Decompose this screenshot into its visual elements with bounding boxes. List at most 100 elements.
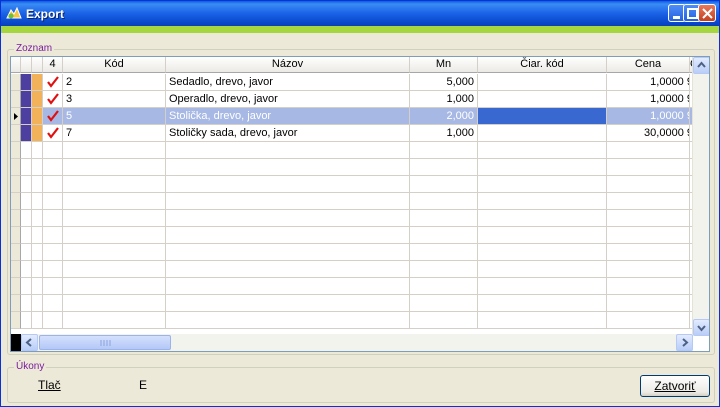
- title-bar[interactable]: Export: [1, 1, 719, 26]
- kod-cell[interactable]: [63, 142, 166, 159]
- cena-cell[interactable]: [607, 261, 690, 278]
- ciar-kod-cell[interactable]: [478, 210, 607, 227]
- cena-cell[interactable]: [607, 227, 690, 244]
- check-cell[interactable]: [43, 278, 63, 295]
- ciar-kod-cell[interactable]: [478, 312, 607, 329]
- ciar-kod-cell[interactable]: [478, 108, 607, 125]
- cena-cell[interactable]: [607, 176, 690, 193]
- table-row[interactable]: [11, 176, 700, 193]
- mn-cell[interactable]: [410, 261, 478, 278]
- row-indicator[interactable]: [11, 159, 21, 176]
- print-action[interactable]: Tlač: [38, 378, 61, 392]
- ciar-kod-cell[interactable]: [478, 74, 607, 91]
- cena-cell[interactable]: 1,0000 9: [607, 74, 690, 91]
- cena-cell[interactable]: [607, 278, 690, 295]
- column-header-nazov[interactable]: Názov: [166, 57, 410, 73]
- mn-cell[interactable]: [410, 142, 478, 159]
- row-indicator[interactable]: [11, 108, 21, 125]
- cena-cell[interactable]: [607, 159, 690, 176]
- table-row[interactable]: [11, 278, 700, 295]
- column-header-mn[interactable]: Mn: [410, 57, 478, 73]
- kod-cell[interactable]: [63, 312, 166, 329]
- column-header-ciar-kod[interactable]: Čiar. kód: [478, 57, 607, 73]
- mn-cell[interactable]: [410, 159, 478, 176]
- row-indicator[interactable]: [11, 176, 21, 193]
- close-window-button[interactable]: [698, 4, 716, 22]
- row-indicator[interactable]: [11, 261, 21, 278]
- column-header-cena[interactable]: Cena: [607, 57, 690, 73]
- check-cell[interactable]: [43, 176, 63, 193]
- table-row[interactable]: 2Sedadlo, drevo, javor5,000 1,0000 9: [11, 74, 700, 91]
- check-cell[interactable]: [43, 125, 63, 142]
- row-indicator[interactable]: [11, 142, 21, 159]
- nazov-cell[interactable]: [166, 244, 410, 261]
- table-row[interactable]: 3Operadlo, drevo, javor1,000 1,0000 9: [11, 91, 700, 108]
- kod-cell[interactable]: [63, 278, 166, 295]
- mn-cell[interactable]: [410, 312, 478, 329]
- table-row[interactable]: [11, 159, 700, 176]
- nazov-cell[interactable]: [166, 142, 410, 159]
- row-indicator[interactable]: [11, 278, 21, 295]
- table-row[interactable]: [11, 244, 700, 261]
- ciar-kod-cell[interactable]: [478, 193, 607, 210]
- table-row[interactable]: [11, 210, 700, 227]
- nazov-cell[interactable]: [166, 227, 410, 244]
- kod-cell[interactable]: 7: [63, 125, 166, 142]
- kod-cell[interactable]: [63, 261, 166, 278]
- check-cell[interactable]: [43, 159, 63, 176]
- kod-cell[interactable]: [63, 176, 166, 193]
- check-cell[interactable]: [43, 142, 63, 159]
- mn-cell[interactable]: [410, 295, 478, 312]
- nazov-cell[interactable]: [166, 295, 410, 312]
- table-row[interactable]: [11, 227, 700, 244]
- row-indicator[interactable]: [11, 193, 21, 210]
- scroll-left-button[interactable]: [21, 334, 38, 351]
- check-cell[interactable]: [43, 261, 63, 278]
- horizontal-scrollbar[interactable]: [21, 334, 693, 351]
- mn-cell[interactable]: [410, 227, 478, 244]
- nazov-cell[interactable]: [166, 278, 410, 295]
- ciar-kod-cell[interactable]: [478, 295, 607, 312]
- cena-cell[interactable]: [607, 312, 690, 329]
- ciar-kod-cell[interactable]: [478, 278, 607, 295]
- table-row[interactable]: [11, 312, 700, 329]
- kod-cell[interactable]: [63, 244, 166, 261]
- mn-cell[interactable]: [410, 278, 478, 295]
- cena-cell[interactable]: [607, 295, 690, 312]
- kod-cell[interactable]: 3: [63, 91, 166, 108]
- nazov-cell[interactable]: [166, 176, 410, 193]
- row-indicator[interactable]: [11, 227, 21, 244]
- kod-cell[interactable]: [63, 227, 166, 244]
- row-indicator[interactable]: [11, 312, 21, 329]
- cena-cell[interactable]: 1,0000 9: [607, 91, 690, 108]
- check-cell[interactable]: [43, 210, 63, 227]
- nazov-cell[interactable]: Stolička, drevo, javor: [166, 108, 410, 125]
- table-row[interactable]: 5Stolička, drevo, javor2,000 1,0000 9: [11, 108, 700, 125]
- table-row[interactable]: [11, 295, 700, 312]
- cena-cell[interactable]: [607, 193, 690, 210]
- cena-cell[interactable]: [607, 142, 690, 159]
- mn-cell[interactable]: [410, 210, 478, 227]
- vertical-scrollbar[interactable]: [692, 57, 709, 336]
- table-row[interactable]: 7 Stoličky sada, drevo, javor 1,000 30,0000…: [11, 125, 700, 142]
- row-indicator[interactable]: [11, 74, 21, 91]
- check-cell[interactable]: [43, 227, 63, 244]
- check-cell[interactable]: [43, 244, 63, 261]
- check-cell[interactable]: [43, 193, 63, 210]
- close-button[interactable]: Zatvoriť: [640, 375, 710, 397]
- scroll-down-button[interactable]: [693, 319, 709, 336]
- cena-cell[interactable]: 1,0000 9: [607, 108, 690, 125]
- kod-cell[interactable]: 5: [63, 108, 166, 125]
- row-indicator[interactable]: [11, 125, 21, 142]
- column-header-kod[interactable]: Kód: [63, 57, 166, 73]
- nazov-cell[interactable]: Operadlo, drevo, javor: [166, 91, 410, 108]
- nazov-cell[interactable]: [166, 261, 410, 278]
- table-row[interactable]: [11, 193, 700, 210]
- nazov-cell[interactable]: [166, 210, 410, 227]
- scroll-right-button[interactable]: [676, 334, 693, 351]
- cena-cell[interactable]: [607, 244, 690, 261]
- mn-cell[interactable]: 1,000: [410, 91, 478, 108]
- mn-cell[interactable]: [410, 193, 478, 210]
- kod-cell[interactable]: 2: [63, 74, 166, 91]
- nazov-cell[interactable]: Sedadlo, drevo, javor: [166, 74, 410, 91]
